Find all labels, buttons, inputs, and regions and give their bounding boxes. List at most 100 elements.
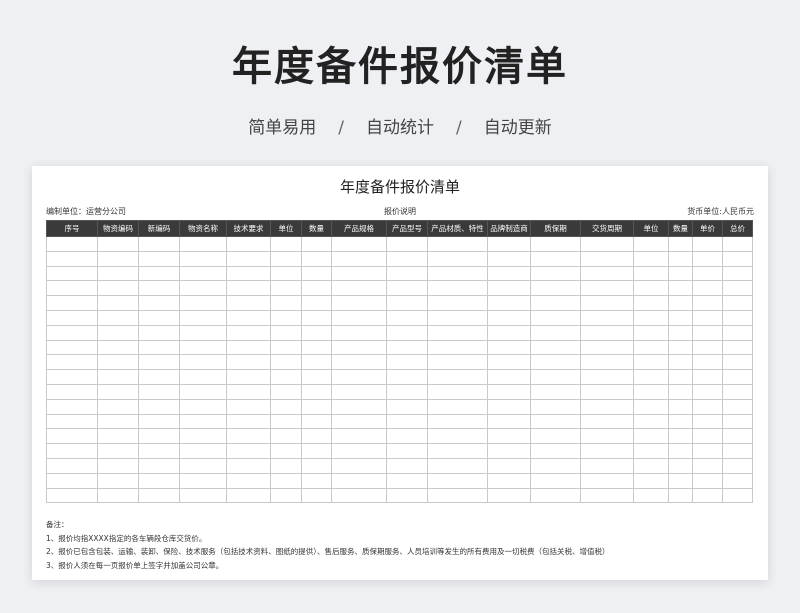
table-cell[interactable] — [138, 280, 180, 297]
table-cell[interactable] — [97, 324, 139, 341]
table-cell[interactable] — [530, 428, 581, 445]
table-cell[interactable] — [97, 295, 139, 311]
table-cell[interactable] — [138, 295, 180, 311]
table-cell[interactable] — [301, 428, 332, 445]
table-cell[interactable] — [722, 457, 753, 474]
table-cell[interactable] — [386, 324, 428, 341]
table-cell[interactable] — [530, 324, 581, 341]
table-cell[interactable] — [301, 280, 332, 297]
table-cell[interactable] — [427, 369, 488, 385]
table-cell[interactable] — [530, 383, 581, 400]
table-cell[interactable] — [46, 339, 98, 356]
table-cell[interactable] — [668, 236, 693, 252]
table-cell[interactable] — [427, 250, 488, 267]
table-cell[interactable] — [580, 383, 634, 400]
table-cell[interactable] — [46, 398, 98, 415]
table-cell[interactable] — [427, 236, 488, 252]
table-cell[interactable] — [530, 309, 581, 326]
table-cell[interactable] — [226, 250, 271, 267]
table-cell[interactable] — [487, 280, 531, 297]
table-cell[interactable] — [97, 443, 139, 459]
table-cell[interactable] — [692, 309, 723, 326]
table-cell[interactable] — [138, 487, 180, 504]
table-cell[interactable] — [692, 383, 723, 400]
table-cell[interactable] — [179, 295, 227, 311]
table-cell[interactable] — [226, 354, 271, 371]
table-cell[interactable] — [692, 413, 723, 430]
table-cell[interactable] — [226, 324, 271, 341]
table-cell[interactable] — [179, 383, 227, 400]
table-cell[interactable] — [179, 236, 227, 252]
table-cell[interactable] — [301, 413, 332, 430]
table-cell[interactable] — [722, 369, 753, 385]
table-cell[interactable] — [692, 265, 723, 282]
table-cell[interactable] — [301, 324, 332, 341]
table-cell[interactable] — [138, 369, 180, 385]
table-cell[interactable] — [97, 354, 139, 371]
table-cell[interactable] — [138, 265, 180, 282]
table-cell[interactable] — [427, 295, 488, 311]
table-cell[interactable] — [427, 265, 488, 282]
table-cell[interactable] — [97, 280, 139, 297]
table-cell[interactable] — [580, 339, 634, 356]
table-cell[interactable] — [97, 413, 139, 430]
table-cell[interactable] — [386, 309, 428, 326]
table-cell[interactable] — [270, 487, 302, 504]
table-cell[interactable] — [138, 339, 180, 356]
table-cell[interactable] — [226, 428, 271, 445]
table-cell[interactable] — [138, 250, 180, 267]
table-cell[interactable] — [331, 398, 387, 415]
table-cell[interactable] — [179, 472, 227, 489]
table-cell[interactable] — [580, 280, 634, 297]
table-cell[interactable] — [97, 428, 139, 445]
table-cell[interactable] — [633, 457, 669, 474]
table-cell[interactable] — [46, 295, 98, 311]
table-cell[interactable] — [722, 236, 753, 252]
table-cell[interactable] — [97, 309, 139, 326]
table-cell[interactable] — [692, 339, 723, 356]
table-cell[interactable] — [97, 487, 139, 504]
table-cell[interactable] — [487, 472, 531, 489]
table-cell[interactable] — [331, 309, 387, 326]
table-cell[interactable] — [668, 428, 693, 445]
table-cell[interactable] — [386, 354, 428, 371]
table-cell[interactable] — [530, 250, 581, 267]
table-cell[interactable] — [331, 428, 387, 445]
table-cell[interactable] — [692, 295, 723, 311]
table-cell[interactable] — [722, 309, 753, 326]
table-cell[interactable] — [487, 369, 531, 385]
table-cell[interactable] — [301, 354, 332, 371]
table-cell[interactable] — [46, 369, 98, 385]
table-cell[interactable] — [46, 309, 98, 326]
table-cell[interactable] — [179, 265, 227, 282]
table-cell[interactable] — [97, 250, 139, 267]
table-cell[interactable] — [530, 265, 581, 282]
table-cell[interactable] — [487, 309, 531, 326]
table-cell[interactable] — [530, 457, 581, 474]
table-cell[interactable] — [179, 309, 227, 326]
table-cell[interactable] — [633, 250, 669, 267]
table-cell[interactable] — [138, 383, 180, 400]
table-cell[interactable] — [331, 369, 387, 385]
table-cell[interactable] — [487, 354, 531, 371]
table-cell[interactable] — [138, 457, 180, 474]
table-cell[interactable] — [386, 295, 428, 311]
table-cell[interactable] — [301, 472, 332, 489]
table-cell[interactable] — [138, 309, 180, 326]
table-cell[interactable] — [331, 413, 387, 430]
table-cell[interactable] — [97, 472, 139, 489]
table-cell[interactable] — [270, 280, 302, 297]
table-cell[interactable] — [226, 383, 271, 400]
table-cell[interactable] — [427, 413, 488, 430]
table-cell[interactable] — [226, 443, 271, 459]
table-cell[interactable] — [301, 250, 332, 267]
table-cell[interactable] — [580, 457, 634, 474]
table-cell[interactable] — [331, 443, 387, 459]
table-cell[interactable] — [530, 413, 581, 430]
table-cell[interactable] — [530, 472, 581, 489]
table-cell[interactable] — [633, 398, 669, 415]
table-cell[interactable] — [692, 472, 723, 489]
table-cell[interactable] — [46, 428, 98, 445]
table-cell[interactable] — [226, 309, 271, 326]
table-cell[interactable] — [46, 487, 98, 504]
